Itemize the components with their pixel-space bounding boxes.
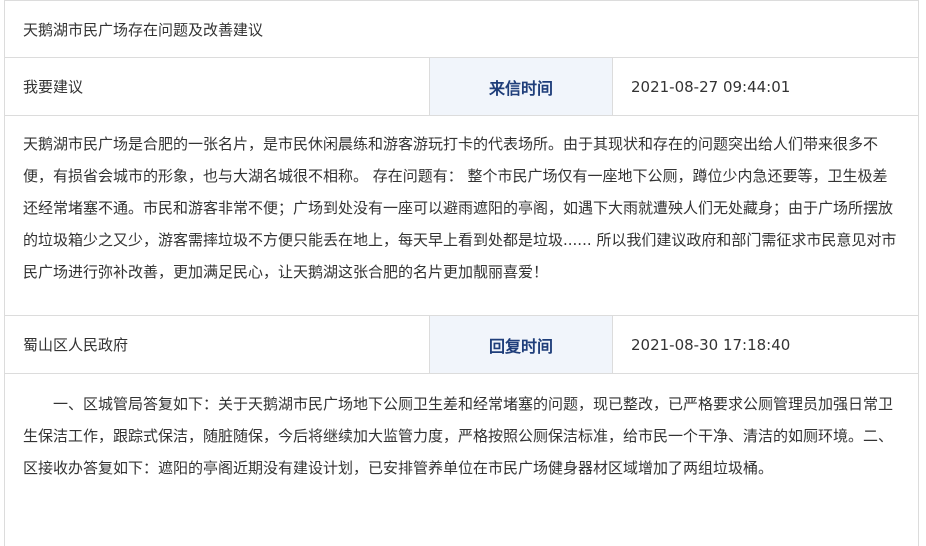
reply-content: 一、区城管局答复如下：关于天鹅湖市民广场地下公厕卫生差和经常堵塞的问题，现已整改…: [23, 395, 894, 477]
letter-title-row: 天鹅湖市民广场存在问题及改善建议: [5, 0, 918, 58]
letter-title: 天鹅湖市民广场存在问题及改善建议: [23, 20, 264, 39]
letter-time-label: 来信时间: [429, 58, 613, 115]
letter-detail-table: 天鹅湖市民广场存在问题及改善建议 我要建议 来信时间 2021-08-27 09…: [4, 0, 919, 546]
letter-meta-row: 我要建议 来信时间 2021-08-27 09:44:01: [5, 58, 918, 116]
reply-time-value: 2021-08-30 17:18:40: [631, 335, 791, 354]
letter-category: 我要建议: [23, 78, 84, 96]
reply-meta-row: 蜀山区人民政府 回复时间 2021-08-30 17:18:40: [5, 316, 918, 374]
reply-department: 蜀山区人民政府: [23, 336, 129, 354]
reply-time-label: 回复时间: [429, 316, 613, 373]
letter-content: 天鹅湖市民广场是合肥的一张名片，是市民休闲晨练和游客游玩打卡的代表场所。由于其现…: [5, 116, 918, 316]
letter-time-value: 2021-08-27 09:44:01: [631, 77, 791, 96]
